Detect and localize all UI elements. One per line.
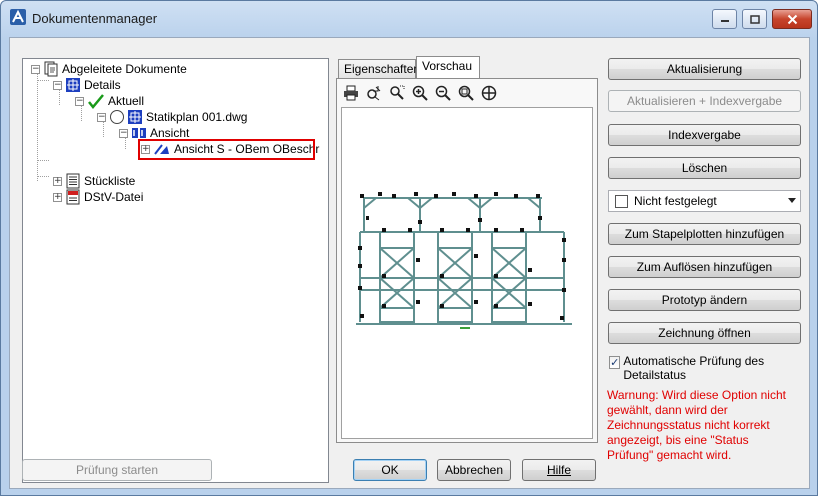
steel-structure-drawing: [356, 192, 572, 329]
tree-label-drawing: Statikplan 001.dwg: [146, 110, 248, 124]
zoom-in-icon: [412, 85, 428, 101]
tree-node-details[interactable]: − Details: [53, 77, 121, 93]
maximize-button[interactable]: [742, 9, 767, 29]
status-circle-icon: [110, 110, 124, 124]
ok-button[interactable]: OK: [353, 459, 427, 481]
stapelplotten-button[interactable]: Zum Stapelplotten hinzufügen: [608, 223, 801, 245]
pruefung-starten-button[interactable]: Prüfung starten: [22, 459, 212, 481]
aktualisierung-button[interactable]: Aktualisierung: [608, 58, 801, 80]
minimize-icon: [720, 20, 729, 22]
zoom-realtime-button[interactable]: [364, 83, 384, 103]
prototyp-button[interactable]: Prototyp ändern: [608, 289, 801, 311]
tree-node-dstv[interactable]: + DStV-Datei: [53, 189, 143, 205]
dropdown-arrow-icon[interactable]: [788, 198, 796, 203]
auto-check-label: Automatische Prüfung des Detailstatus: [623, 354, 765, 382]
checkmark-icon: [88, 94, 104, 109]
auto-check-row[interactable]: ✓ Automatische Prüfung des Detailstatus: [609, 354, 799, 382]
aktualisieren-indexvergabe-button[interactable]: Aktualisieren + Indexvergabe: [608, 90, 801, 112]
collapse-icon[interactable]: −: [97, 112, 106, 122]
dstv-file-icon: [66, 189, 80, 205]
abbrechen-button[interactable]: Abbrechen: [437, 459, 511, 481]
pan-button[interactable]: [479, 83, 499, 103]
tree-label-root: Abgeleitete Dokumente: [62, 62, 187, 76]
color-swatch: [615, 194, 628, 208]
print-button[interactable]: [341, 83, 361, 103]
tree-node-drawing[interactable]: − Statikplan 001.dwg: [97, 109, 247, 125]
maximize-icon: [749, 14, 760, 24]
auto-check-checkbox[interactable]: ✓: [609, 356, 621, 369]
zoom-extents-icon: [458, 85, 474, 101]
selection-highlight: [138, 139, 315, 160]
zoom-extents-button[interactable]: [456, 83, 476, 103]
close-button[interactable]: [772, 9, 812, 29]
collapse-icon[interactable]: −: [75, 96, 84, 106]
collapse-icon[interactable]: −: [53, 80, 62, 90]
aufloesen-button[interactable]: Zum Auflösen hinzufügen: [608, 256, 801, 278]
zoom-window-button[interactable]: [387, 83, 407, 103]
title-bar[interactable]: Dokumentenmanager: [1, 1, 817, 37]
tree-label-ansicht: Ansicht: [150, 126, 190, 140]
window-title: Dokumentenmanager: [32, 11, 158, 26]
preview-panel: [336, 78, 598, 443]
hilfe-button[interactable]: Hilfe: [522, 459, 596, 481]
expand-icon[interactable]: +: [53, 176, 62, 186]
warning-text: Warnung: Wird diese Option nicht gewählt…: [607, 388, 786, 462]
tree-node-aktuell[interactable]: − Aktuell: [75, 93, 144, 109]
tab-vorschau[interactable]: Vorschau: [416, 56, 480, 78]
documents-icon: [44, 61, 58, 77]
close-icon: [787, 14, 797, 24]
collapse-icon[interactable]: −: [31, 64, 40, 74]
zoom-in-button[interactable]: [410, 83, 430, 103]
tree-label-dstv: DStV-Datei: [84, 190, 144, 204]
dialog-window: Dokumentenmanager − Abgeleitete Dokument…: [0, 0, 818, 496]
document-tree[interactable]: − Abgeleitete Dokumente − Details − Aktu…: [22, 58, 329, 483]
status-combo[interactable]: Nicht festgelegt: [608, 190, 801, 212]
combo-value: Nicht festgelegt: [634, 194, 717, 208]
zoom-out-icon: [435, 85, 451, 101]
indexvergabe-button[interactable]: Indexvergabe: [608, 124, 801, 146]
zeichnung-oeffnen-button[interactable]: Zeichnung öffnen: [608, 322, 801, 344]
loeschen-button[interactable]: Löschen: [608, 157, 801, 179]
tab-eigenschaften[interactable]: Eigenschaften: [338, 59, 420, 78]
zoom-out-button[interactable]: [433, 83, 453, 103]
tree-label-details: Details: [84, 78, 121, 92]
drawing-preview[interactable]: [341, 107, 593, 439]
zoom-realtime-icon: [367, 86, 381, 101]
tree-label-stueckliste: Stückliste: [84, 174, 136, 188]
expand-icon[interactable]: +: [53, 192, 62, 202]
parts-list-icon: [66, 173, 80, 189]
print-icon: [344, 85, 358, 101]
tree-label-aktuell: Aktuell: [108, 94, 145, 108]
tree-node-root[interactable]: − Abgeleitete Dokumente: [31, 61, 187, 77]
collapse-icon[interactable]: −: [119, 128, 128, 138]
zoom-window-icon: [390, 85, 405, 100]
tree-node-stueckliste[interactable]: + Stückliste: [53, 173, 135, 189]
minimize-button[interactable]: [712, 9, 737, 29]
details-icon: [66, 78, 80, 92]
drawing-file-icon: [128, 110, 142, 124]
dialog-client-area: − Abgeleitete Dokumente − Details − Aktu…: [9, 37, 810, 489]
preview-toolbar: [341, 83, 499, 103]
autocad-app-icon: [10, 9, 26, 25]
pan-icon: [481, 85, 497, 101]
